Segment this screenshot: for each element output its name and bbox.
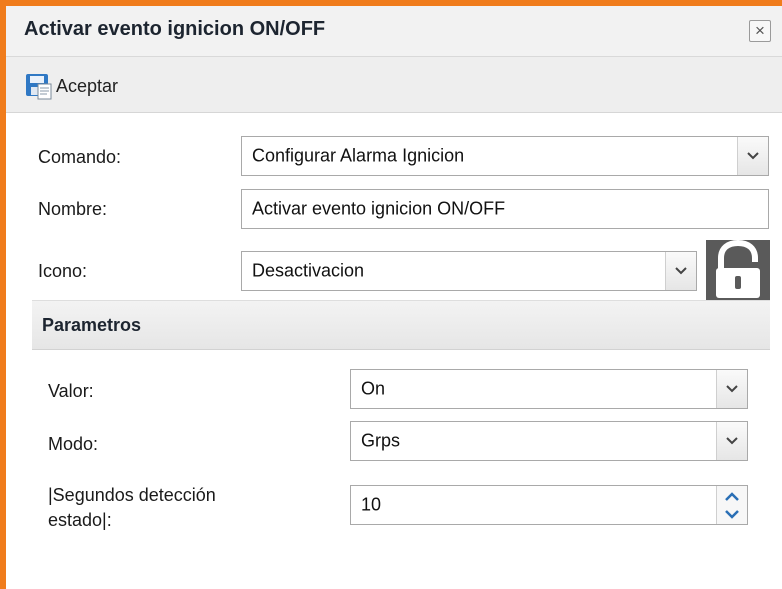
modo-label: Modo: bbox=[48, 434, 99, 454]
close-icon: × bbox=[755, 21, 765, 40]
valor-value: On bbox=[361, 378, 386, 399]
chevron-down-icon[interactable] bbox=[737, 137, 768, 175]
valor-select[interactable]: On bbox=[350, 369, 748, 409]
nombre-value: Activar evento ignicion ON/OFF bbox=[252, 198, 506, 219]
icono-label: Icono: bbox=[38, 261, 88, 281]
segundos-label-line2: estado|: bbox=[48, 510, 112, 530]
chevron-down-icon[interactable] bbox=[665, 252, 696, 290]
dialog-title: Activar evento ignicion ON/OFF bbox=[24, 18, 326, 40]
valor-label: Valor: bbox=[48, 381, 94, 401]
chevron-down-icon[interactable] bbox=[716, 422, 747, 460]
segundos-value: 10 bbox=[361, 494, 382, 515]
dialog-titlebar: Activar evento ignicion ON/OFF × bbox=[6, 6, 782, 57]
padlock-open-icon bbox=[706, 239, 770, 300]
spinner-down-icon[interactable] bbox=[717, 504, 747, 524]
comando-value: Configurar Alarma Ignicion bbox=[252, 145, 465, 166]
accept-button[interactable]: Aceptar bbox=[24, 72, 118, 100]
nombre-input[interactable]: Activar evento ignicion ON/OFF bbox=[241, 189, 769, 229]
segundos-label-line1: |Segundos detección bbox=[48, 485, 216, 505]
comando-select[interactable]: Configurar Alarma Ignicion bbox=[241, 136, 769, 176]
segundos-number-field[interactable]: 10 bbox=[350, 485, 748, 525]
accept-button-label: Aceptar bbox=[56, 75, 119, 96]
spinner-up-icon[interactable] bbox=[717, 486, 747, 506]
parametros-section-header: Parametros bbox=[32, 300, 770, 350]
modo-select[interactable]: Grps bbox=[350, 421, 748, 461]
icono-value: Desactivacion bbox=[252, 260, 365, 281]
icono-select[interactable]: Desactivacion bbox=[241, 251, 697, 291]
comando-label: Comando: bbox=[38, 147, 122, 167]
nombre-label: Nombre: bbox=[38, 199, 108, 219]
toolbar: Aceptar bbox=[6, 57, 782, 113]
close-button[interactable]: × bbox=[749, 20, 771, 42]
parametros-title: Parametros bbox=[42, 315, 142, 335]
segundos-spinner bbox=[716, 486, 747, 524]
chevron-down-icon[interactable] bbox=[716, 370, 747, 408]
modo-value: Grps bbox=[361, 430, 401, 451]
save-disk-icon bbox=[26, 74, 52, 100]
